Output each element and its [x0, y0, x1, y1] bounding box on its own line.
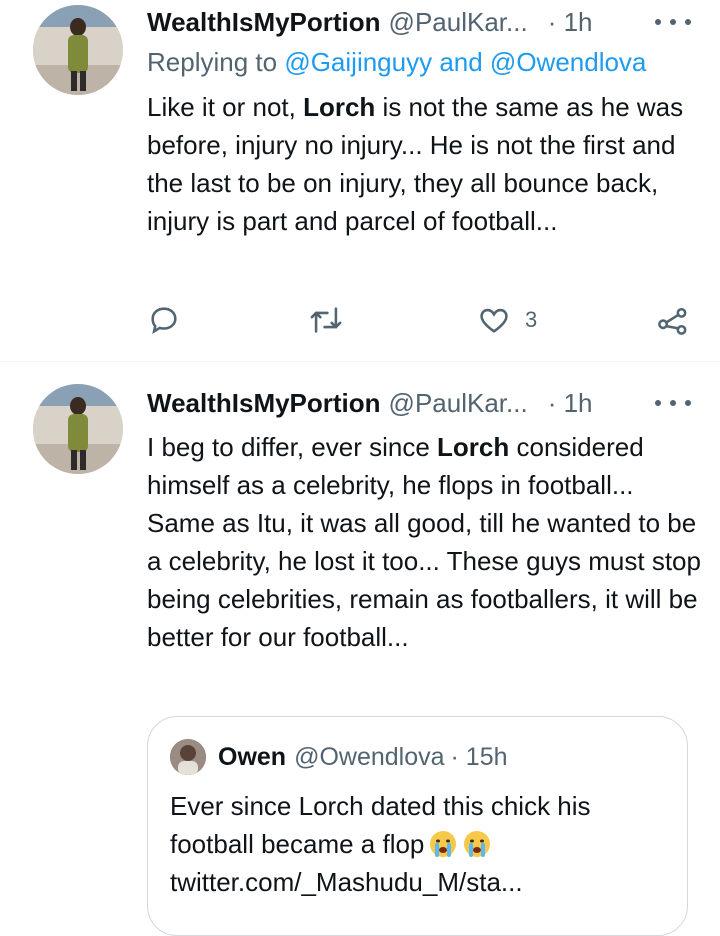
avatar[interactable] — [33, 384, 123, 474]
like-icon — [480, 308, 508, 333]
tweet-2[interactable]: WealthIsMyPortion @PaulKar... · 1h I beg… — [0, 362, 720, 936]
quoted-avatar[interactable] — [170, 739, 206, 775]
like-count: 3 — [525, 307, 538, 332]
reply-button[interactable] — [147, 300, 181, 340]
tweet-actions: 3 — [147, 300, 692, 340]
tweet-text: I beg to differ, ever since Lorch consid… — [147, 428, 707, 656]
tweet-text: Like it or not, Lorch is not the same as… — [147, 88, 707, 240]
timestamp[interactable]: · 1h — [548, 388, 593, 419]
display-name[interactable]: WealthIsMyPortion — [147, 7, 381, 38]
retweet-button[interactable] — [307, 300, 345, 340]
replying-prefix: Replying to — [147, 47, 285, 77]
tweet-1[interactable]: WealthIsMyPortion @PaulKar... · 1h Reply… — [0, 0, 720, 360]
quoted-link[interactable]: twitter.com/_Mashudu_M/sta... — [170, 867, 523, 897]
retweet-icon — [310, 307, 342, 333]
quoted-text: Ever since Lorch dated this chick his fo… — [170, 787, 670, 901]
crying-emoji-icon — [428, 829, 458, 859]
user-handle[interactable]: @PaulKar... — [389, 7, 528, 38]
crying-emoji-icon — [462, 829, 492, 859]
display-name[interactable]: WealthIsMyPortion — [147, 388, 381, 419]
tweet-text-bold: Lorch — [437, 432, 510, 462]
quoted-user-handle[interactable]: @Owendlova — [294, 743, 444, 772]
tweet-text-bold: Lorch — [303, 92, 376, 122]
tweet-text-part: Like it or not, — [147, 92, 304, 122]
timestamp[interactable]: · 1h — [548, 7, 593, 38]
more-icon[interactable] — [655, 12, 691, 32]
quoted-text-content: Ever since Lorch dated this chick his fo… — [170, 791, 591, 859]
replying-to-link[interactable]: @Gaijinguyy and @Owendlova — [284, 47, 646, 77]
share-icon — [658, 307, 687, 335]
quoted-display-name[interactable]: Owen — [218, 743, 286, 772]
reply-icon — [151, 307, 177, 334]
user-handle[interactable]: @PaulKar... — [389, 388, 528, 419]
quoted-tweet[interactable]: Owen @Owendlova · 15h Ever since Lorch d… — [147, 716, 688, 936]
quoted-timestamp[interactable]: · 15h — [451, 743, 508, 772]
replying-to: Replying to @Gaijinguyy and @Owendlova — [147, 47, 646, 78]
avatar[interactable] — [33, 5, 123, 95]
like-button[interactable]: 3 — [477, 300, 537, 340]
tweet-text-part: I beg to differ, ever since — [147, 432, 438, 462]
tweet-text-part: considered himself as a celebrity, he fl… — [147, 432, 701, 652]
more-icon[interactable] — [655, 393, 691, 413]
share-button[interactable] — [655, 300, 691, 340]
